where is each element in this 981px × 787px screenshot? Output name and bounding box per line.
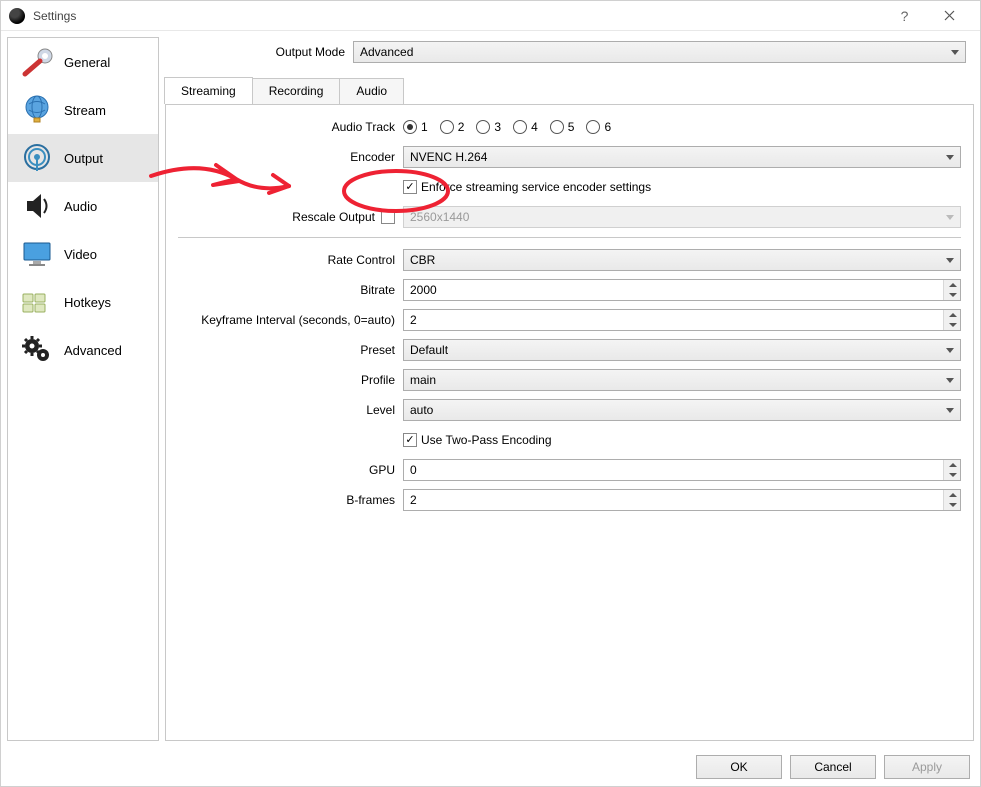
window-title: Settings xyxy=(33,9,76,23)
help-button[interactable]: ? xyxy=(882,1,927,31)
globe-icon xyxy=(16,91,58,129)
audio-track-2[interactable]: 2 xyxy=(440,120,465,134)
audio-track-group: 1 2 3 4 5 6 xyxy=(403,120,961,134)
preset-select[interactable]: Default xyxy=(403,339,961,361)
encoder-value: NVENC H.264 xyxy=(410,150,487,164)
broadcast-icon xyxy=(16,139,58,177)
level-select[interactable]: auto xyxy=(403,399,961,421)
sidebar-item-label: Stream xyxy=(64,103,106,118)
rate-control-select[interactable]: CBR xyxy=(403,249,961,271)
tab-streaming[interactable]: Streaming xyxy=(164,77,253,104)
sidebar-item-hotkeys[interactable]: Hotkeys xyxy=(8,278,158,326)
cancel-button[interactable]: Cancel xyxy=(790,755,876,779)
sidebar-item-audio[interactable]: Audio xyxy=(8,182,158,230)
audio-track-1[interactable]: 1 xyxy=(403,120,428,134)
sidebar-item-label: Output xyxy=(64,151,103,166)
sidebar-item-label: Advanced xyxy=(64,343,122,358)
sidebar-item-label: Audio xyxy=(64,199,97,214)
output-mode-value: Advanced xyxy=(360,45,413,59)
twopass-checkbox[interactable]: ✓ xyxy=(403,433,417,447)
encoder-label: Encoder xyxy=(178,150,403,164)
bframes-label: B-frames xyxy=(178,493,403,507)
sidebar-item-stream[interactable]: Stream xyxy=(8,86,158,134)
bitrate-input[interactable]: 2000 xyxy=(403,279,961,301)
bitrate-label: Bitrate xyxy=(178,283,403,297)
twopass-label: Use Two-Pass Encoding xyxy=(421,433,552,447)
ok-button[interactable]: OK xyxy=(696,755,782,779)
output-mode-select[interactable]: Advanced xyxy=(353,41,966,63)
gears-icon xyxy=(16,331,58,369)
title-bar: Settings ? xyxy=(1,1,980,31)
sidebar-item-output[interactable]: Output xyxy=(8,134,158,182)
audio-track-5[interactable]: 5 xyxy=(550,120,575,134)
audio-track-4[interactable]: 4 xyxy=(513,120,538,134)
enforce-checkbox[interactable]: ✓ xyxy=(403,180,417,194)
settings-content: Output Mode Advanced Streaming Recording… xyxy=(165,37,974,741)
keyframe-input[interactable]: 2 xyxy=(403,309,961,331)
sidebar-item-advanced[interactable]: Advanced xyxy=(8,326,158,374)
output-mode-label: Output Mode xyxy=(173,45,353,59)
wrench-icon xyxy=(16,43,58,81)
dialog-footer: OK Cancel Apply xyxy=(1,747,980,787)
gpu-label: GPU xyxy=(178,463,403,477)
tab-audio[interactable]: Audio xyxy=(339,78,404,105)
rescale-value: 2560x1440 xyxy=(410,210,469,224)
output-tab-strip: Streaming Recording Audio xyxy=(164,76,974,103)
sidebar-item-video[interactable]: Video xyxy=(8,230,158,278)
speaker-icon xyxy=(16,187,58,225)
enforce-label: Enforce streaming service encoder settin… xyxy=(421,180,651,194)
separator xyxy=(178,237,961,238)
preset-label: Preset xyxy=(178,343,403,357)
level-label: Level xyxy=(178,403,403,417)
audio-track-label: Audio Track xyxy=(178,120,403,134)
rescale-label: Rescale Output xyxy=(292,210,375,224)
app-icon xyxy=(9,8,25,24)
sidebar-item-label: General xyxy=(64,55,110,70)
profile-select[interactable]: main xyxy=(403,369,961,391)
tab-recording[interactable]: Recording xyxy=(252,78,341,105)
sidebar-item-label: Video xyxy=(64,247,97,262)
profile-label: Profile xyxy=(178,373,403,387)
gpu-input[interactable]: 0 xyxy=(403,459,961,481)
rescale-select: 2560x1440 xyxy=(403,206,961,228)
sidebar-item-label: Hotkeys xyxy=(64,295,111,310)
audio-track-6[interactable]: 6 xyxy=(586,120,611,134)
bframes-input[interactable]: 2 xyxy=(403,489,961,511)
close-button[interactable] xyxy=(927,1,972,31)
keyboard-icon xyxy=(16,283,58,321)
keyframe-label: Keyframe Interval (seconds, 0=auto) xyxy=(178,313,403,327)
settings-sidebar: General Stream O xyxy=(7,37,159,741)
audio-track-3[interactable]: 3 xyxy=(476,120,501,134)
encoder-select[interactable]: NVENC H.264 xyxy=(403,146,961,168)
monitor-icon xyxy=(16,235,58,273)
apply-button[interactable]: Apply xyxy=(884,755,970,779)
rate-control-label: Rate Control xyxy=(178,253,403,267)
rescale-checkbox[interactable] xyxy=(381,210,395,224)
sidebar-item-general[interactable]: General xyxy=(8,38,158,86)
